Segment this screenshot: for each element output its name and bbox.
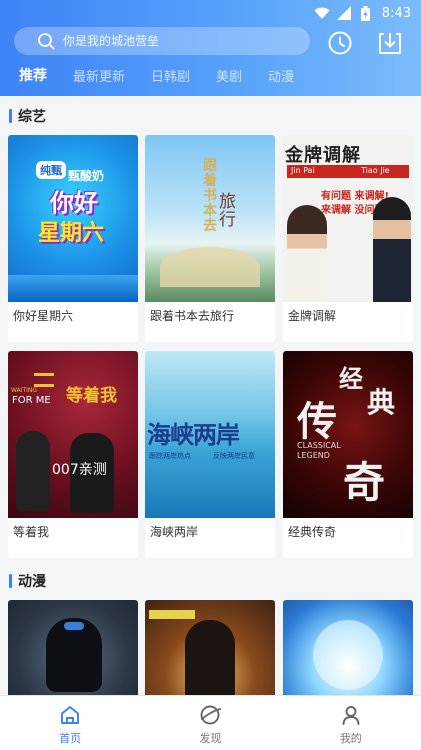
video-card[interactable] [283,600,413,695]
status-time: 8:43 [381,5,411,21]
video-card[interactable]: 经 典 传 奇 CLASSICAL LEGEND 经典传奇 [283,351,413,558]
poster-person [16,431,50,511]
poster-text: 星期六 [38,221,105,246]
poster-text: CLASSICAL [297,441,341,450]
poster-logo [34,373,54,387]
poster-text: 你好 [50,189,98,217]
section-title-anime: 动漫 [9,573,46,590]
search-icon [38,33,55,50]
bottom-nav: 首页 发现 我的 [0,695,421,750]
poster-text: Tiao Jie [361,166,390,175]
search-input[interactable] [63,34,283,48]
poster-watermark: 007亲测 [52,462,107,478]
poster-text: FOR ME [12,395,51,406]
poster-text: 纯甄 [36,161,66,179]
poster-path [160,247,260,287]
poster-text: 金牌调解 [285,145,361,166]
video-card[interactable]: 等着我 WAITING FOR ME 007亲测 等着我 [8,351,138,558]
poster-text: 跟着书本去 [203,158,217,234]
poster-image: 经 典 传 奇 CLASSICAL LEGEND [283,351,413,518]
tab-anime[interactable]: 动漫 [268,66,294,85]
nav-profile[interactable]: 我的 [281,696,421,750]
poster-ornament [64,622,84,630]
video-card[interactable]: 纯甄 甄酸奶 你好 星期六 你好星期六 [8,135,138,342]
card-title: 你好星期六 [13,309,74,323]
nav-label: 我的 [339,732,362,745]
card-title: 经典传奇 [288,525,337,539]
section-title-text: 综艺 [18,109,46,125]
download-icon[interactable] [377,30,403,56]
section-title-variety: 综艺 [9,108,46,125]
poster-badge [149,610,195,619]
card-title: 金牌调解 [288,309,337,323]
tab-korean-japanese[interactable]: 日韩剧 [151,66,190,85]
poster-text: 传 [297,399,337,445]
video-card[interactable]: 金牌调解 Jin Pai Tiao Jie 有问题 来调解! 来调解 没问题! … [283,135,413,342]
video-card[interactable]: 海峡两岸 跟踪两岸热点 反映两岸民意 海峡两岸 [145,351,275,558]
section-title-text: 动漫 [18,574,46,590]
poster-glow [313,620,383,690]
poster-text: 奇 [343,458,386,507]
home-icon [61,706,80,724]
app-header: 8:43 推荐 最新更新 日韩剧 美剧 动漫 [0,0,421,96]
poster-stage [8,275,138,302]
tab-american[interactable]: 美剧 [216,66,242,85]
video-card[interactable] [145,600,275,695]
poster-image: 跟着书本去 旅行 [145,135,275,302]
poster-person [373,197,411,302]
content-area[interactable]: 综艺 纯甄 甄酸奶 你好 星期六 你好星期六 跟着书本去 旅行 跟着书本去旅行 … [0,96,421,695]
poster-text: 有问题 来调解! [321,191,390,202]
poster-text: 跟踪两岸热点 [149,452,191,460]
profile-icon [342,706,360,725]
tab-latest[interactable]: 最新更新 [73,66,125,85]
card-title: 海峡两岸 [150,525,199,539]
nav-label: 首页 [59,732,82,745]
poster-person [287,205,327,302]
video-card[interactable]: 跟着书本去 旅行 跟着书本去旅行 [145,135,275,342]
poster-image: 等着我 WAITING FOR ME 007亲测 [8,351,138,518]
search-bar[interactable] [14,27,310,55]
poster-text: 反映两岸民意 [213,452,255,460]
category-tabs: 推荐 最新更新 日韩剧 美剧 动漫 [19,65,320,85]
card-title: 等着我 [13,525,50,539]
video-card[interactable] [8,600,138,695]
poster-text: 典 [367,386,396,419]
poster-text: 旅行 [219,192,236,230]
poster-image [145,600,275,695]
nav-home[interactable]: 首页 [0,696,140,750]
battery-icon [358,5,374,21]
section-accent-bar [9,574,12,588]
wifi-icon [314,6,330,20]
poster-text: LEGEND [297,451,330,460]
poster-text: 甄酸奶 [68,169,105,183]
status-bar: 8:43 [314,4,411,22]
poster-text: Jin Pai [291,166,315,175]
nav-label: 发现 [199,732,222,745]
discover-icon [201,705,222,725]
poster-figure [185,620,235,695]
poster-image: 海峡两岸 跟踪两岸热点 反映两岸民意 [145,351,275,518]
poster-image [283,600,413,695]
poster-image: 纯甄 甄酸奶 你好 星期六 [8,135,138,302]
signal-icon [336,6,352,20]
history-icon[interactable] [327,30,353,56]
section-accent-bar [9,109,12,123]
nav-discover[interactable]: 发现 [140,696,280,750]
poster-text: 海峡两岸 [147,421,240,449]
card-title: 跟着书本去旅行 [150,309,235,323]
poster-text: WAITING [11,387,38,394]
poster-text: 经 [339,365,363,393]
poster-image: 金牌调解 Jin Pai Tiao Jie 有问题 来调解! 来调解 没问题! [283,135,413,302]
poster-text: 等着我 [66,386,117,406]
tab-recommend[interactable]: 推荐 [19,65,47,85]
poster-image [8,600,138,695]
